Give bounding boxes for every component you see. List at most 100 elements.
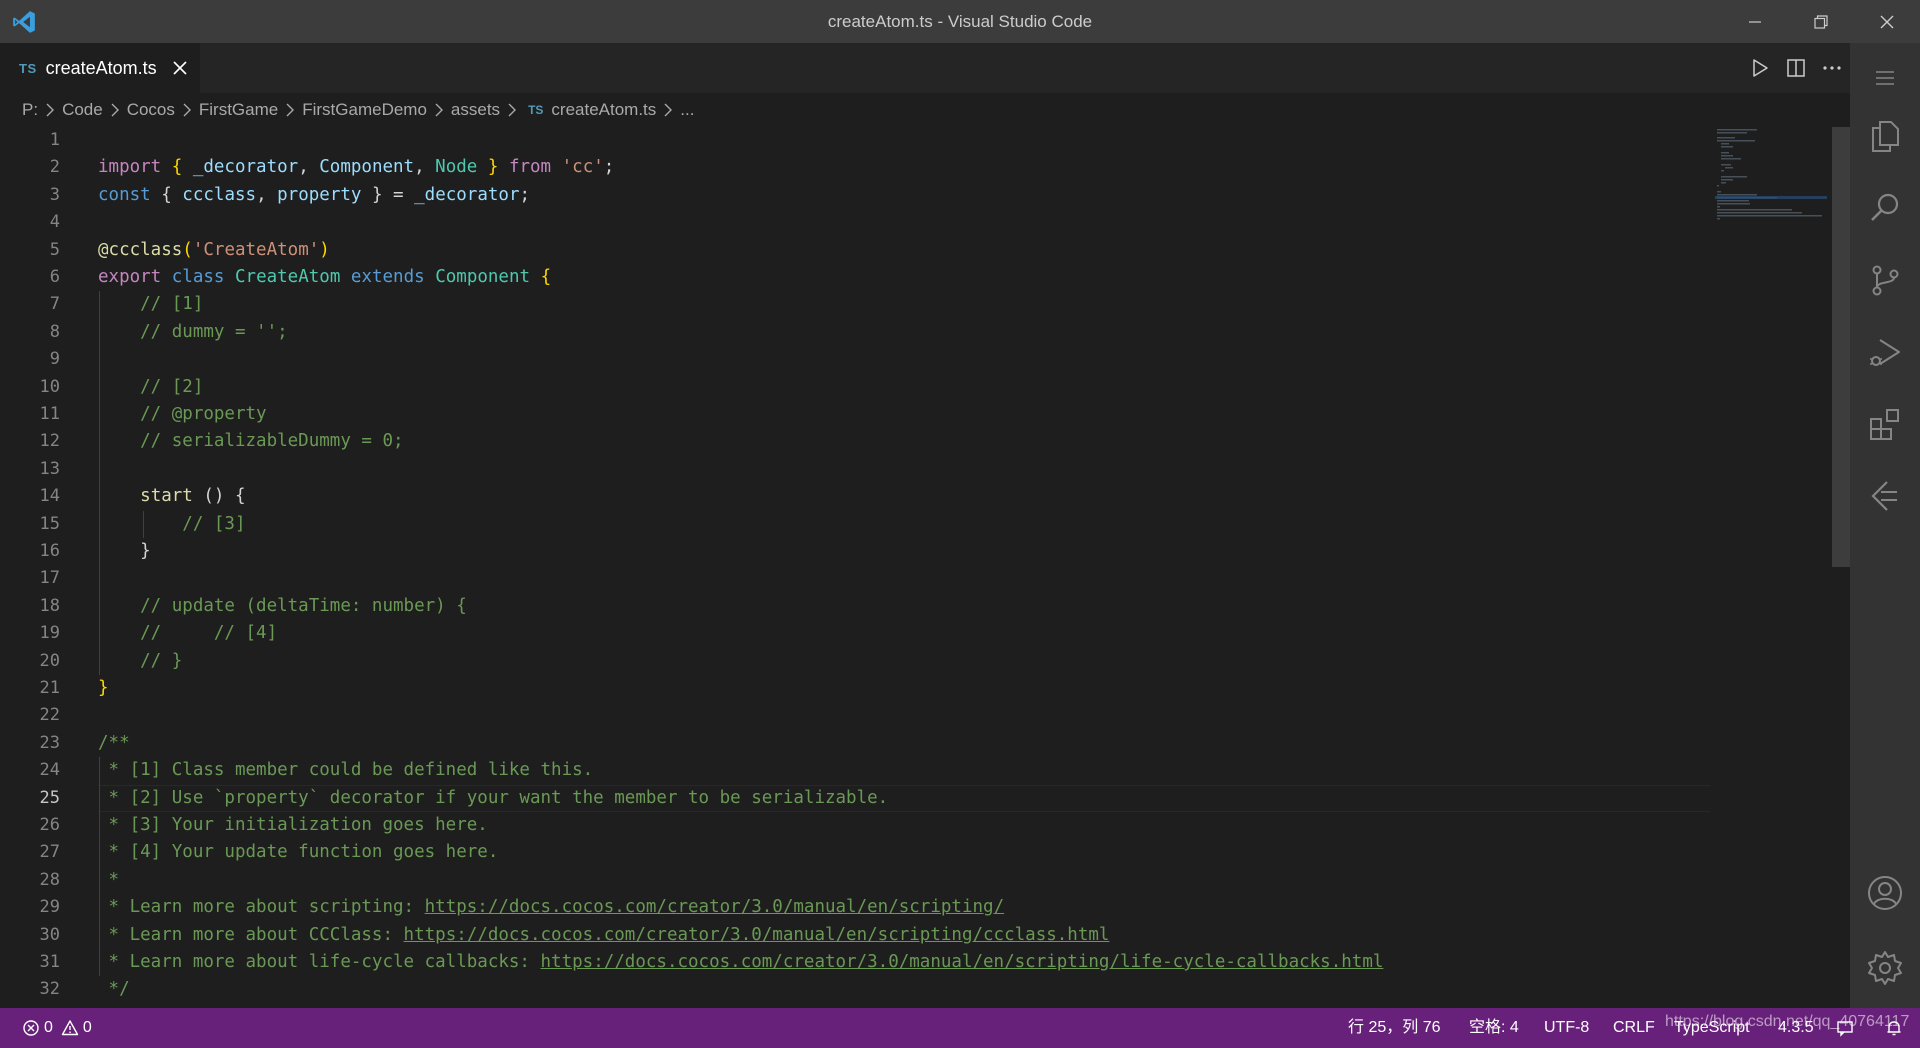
token-punct: ( <box>182 239 193 260</box>
line-number: 8 <box>49 321 60 342</box>
close-window-button[interactable] <box>1854 0 1920 43</box>
token-keyword: import <box>98 157 162 178</box>
code-line-21: } <box>98 678 109 698</box>
token-punct: ) <box>319 239 330 260</box>
line-number: 20 <box>39 650 60 671</box>
activity-bar <box>1850 43 1920 1008</box>
more-actions-button[interactable] <box>1814 50 1850 86</box>
remote-explorer-button[interactable] <box>1850 461 1920 531</box>
line-number-active: 25 <box>39 787 60 808</box>
tab-createatom[interactable]: TS createAtom.ts <box>0 43 200 93</box>
breadcrumb-item-symbols[interactable]: ... <box>680 100 694 120</box>
vertical-scrollbar[interactable] <box>1832 127 1850 1008</box>
breadcrumb-item-firstgamedemo[interactable]: FirstGameDemo <box>302 100 427 120</box>
split-editor-button[interactable] <box>1778 50 1814 86</box>
code-line-6: export class CreateAtom extends Componen… <box>98 264 551 291</box>
breadcrumb-item-assets[interactable]: assets <box>451 100 500 120</box>
source-control-button[interactable] <box>1850 245 1920 315</box>
token-punct: ; <box>519 184 531 205</box>
explorer-button[interactable] <box>1850 101 1920 171</box>
line-ending[interactable]: CRLF <box>1613 1008 1655 1048</box>
line-number: 18 <box>39 595 60 616</box>
cursor-position[interactable]: 行 25，列 76 <box>1348 1008 1441 1048</box>
code-line-29: * Learn more about scripting: https://do… <box>98 894 1005 921</box>
line-number: 23 <box>39 732 60 753</box>
code-line-23: /** <box>98 732 130 753</box>
restore-button[interactable] <box>1788 0 1854 43</box>
code-line-16: } <box>98 541 151 561</box>
run-debug-button[interactable] <box>1850 318 1920 388</box>
line-number: 5 <box>49 239 60 260</box>
manage-settings-button[interactable] <box>1850 933 1920 1003</box>
code-line-25: * [2] Use `property` decorator if your w… <box>98 787 889 808</box>
docs-link-lifecycle[interactable]: https://docs.cocos.com/creator/3.0/manua… <box>541 952 1384 972</box>
code-line-18: // update (deltaTime: number) { <box>98 595 467 616</box>
close-tab-icon[interactable] <box>170 58 190 78</box>
more-actions-icon <box>1823 66 1841 70</box>
typescript-file-icon: TS <box>19 60 37 76</box>
token-keyword: extends <box>350 267 425 287</box>
line-number: 28 <box>39 869 60 890</box>
line-number: 12 <box>39 431 60 452</box>
token-punct: () { <box>192 486 246 507</box>
files-icon <box>1872 121 1899 152</box>
breadcrumb-item-code[interactable]: Code <box>62 100 103 120</box>
line-number: 19 <box>39 623 60 644</box>
line-number-gutter: 1 2 3 4 5 6 7 8 9 10 11 12 13 14 15 16 1… <box>0 127 70 1008</box>
error-icon <box>23 1020 39 1036</box>
minimize-button[interactable] <box>1722 0 1788 43</box>
minimap[interactable] <box>1715 127 1835 1008</box>
token-punct: } <box>477 157 509 178</box>
token-class: Component <box>435 267 531 287</box>
line-number: 14 <box>39 486 60 507</box>
vscode-logo-icon[interactable] <box>11 9 37 35</box>
token-punct: , <box>256 184 278 205</box>
token-variable: property <box>277 184 362 205</box>
extensions-button[interactable] <box>1850 389 1920 459</box>
code-area[interactable]: import { _decorator, Component, Node } f… <box>98 127 1710 1008</box>
tab-label: createAtom.ts <box>45 57 157 78</box>
token-punct: } = <box>361 184 415 205</box>
line-number: 9 <box>49 349 60 370</box>
line-number: 6 <box>49 267 60 287</box>
breadcrumb-item-firstgame[interactable]: FirstGame <box>199 100 278 120</box>
problems-indicator[interactable]: 0 0 <box>22 1008 92 1048</box>
warning-icon <box>61 1020 79 1036</box>
code-line-14: start () { <box>98 483 246 510</box>
line-number: 30 <box>39 924 60 945</box>
code-editor[interactable]: 1 2 3 4 5 6 7 8 9 10 11 12 13 14 15 16 1… <box>0 127 1850 1008</box>
code-line-20: // } <box>98 650 183 671</box>
title-bar: createAtom.ts - Visual Studio Code <box>0 0 1920 43</box>
code-line-28: * <box>98 869 120 890</box>
breadcrumb-item-drive[interactable]: P: <box>22 100 38 120</box>
line-number: 11 <box>39 404 60 424</box>
docs-link-scripting[interactable]: https://docs.cocos.com/creator/3.0/manua… <box>425 897 1004 917</box>
line-number: 32 <box>39 979 60 1000</box>
indentation[interactable]: 空格: 4 <box>1469 1008 1519 1048</box>
breadcrumb-item-file[interactable]: createAtom.ts <box>551 100 656 120</box>
line-number: 15 <box>39 513 60 534</box>
run-button[interactable] <box>1742 50 1778 86</box>
token-class: Node <box>435 157 478 178</box>
remote-explorer-icon <box>1871 481 1897 511</box>
breadcrumb: P: Code Cocos FirstGame FirstGameDemo as… <box>0 93 1850 127</box>
line-number: 16 <box>39 541 60 561</box>
warning-count: 0 <box>82 1019 92 1036</box>
accounts-button[interactable] <box>1850 858 1920 928</box>
token-decorator: @ccclass <box>98 239 183 260</box>
token-variable: ccclass <box>182 184 257 205</box>
scrollbar-thumb[interactable] <box>1832 127 1850 567</box>
code-line-32: */ <box>98 979 130 1000</box>
breadcrumb-item-cocos[interactable]: Cocos <box>127 100 175 120</box>
line-number: 2 <box>49 157 60 178</box>
code-line-31: * Learn more about life-cycle callbacks:… <box>98 949 1384 976</box>
search-button[interactable] <box>1850 173 1920 243</box>
token-punct: { <box>150 184 183 205</box>
token-variable: _decorator <box>192 157 299 178</box>
docs-link-ccclass[interactable]: https://docs.cocos.com/creator/3.0/manua… <box>404 925 1110 945</box>
encoding[interactable]: UTF-8 <box>1544 1008 1589 1048</box>
code-line-15: // [3] <box>98 513 246 534</box>
